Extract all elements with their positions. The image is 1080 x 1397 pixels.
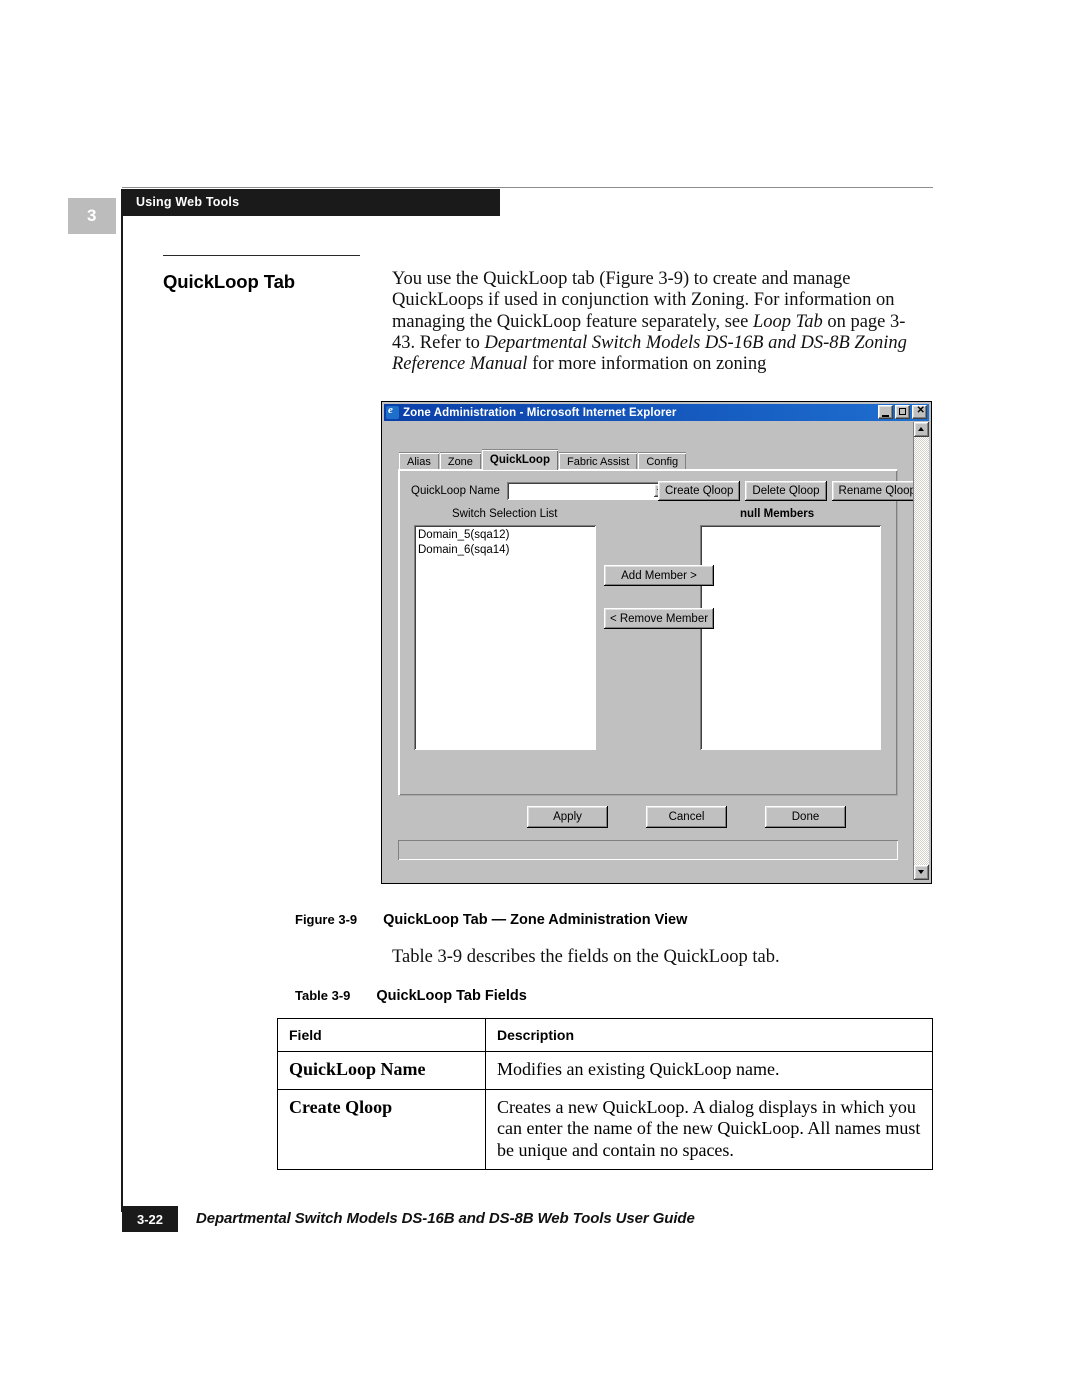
rename-qloop-button[interactable]: Rename Qloop	[831, 481, 923, 501]
member-transfer-buttons: Add Member > < Remove Member	[604, 565, 714, 629]
figure-caption: Figure 3-9 QuickLoop Tab — Zone Administr…	[295, 911, 687, 929]
scroll-down-button[interactable]	[914, 865, 929, 880]
maximize-button[interactable]	[895, 405, 910, 419]
quickloop-fields-table: Field Description QuickLoop Name Modifie…	[277, 1018, 933, 1170]
figure-caption-text: QuickLoop Tab — Zone Administration View	[383, 912, 688, 928]
column-header-field: Field	[277, 1018, 486, 1052]
create-qloop-button[interactable]: Create Qloop	[658, 481, 741, 501]
section-body-text: You use the QuickLoop tab (Figure 3-9) t…	[392, 269, 907, 375]
apply-button[interactable]: Apply	[527, 806, 608, 828]
quickloop-action-buttons: Create Qloop Delete Qloop Rename Qloop	[658, 481, 923, 501]
window-controls: ✕	[878, 405, 927, 419]
quickloop-name-row: QuickLoop Name	[411, 482, 670, 500]
footer-page-number: 3-22	[122, 1206, 178, 1232]
field-name-cell: Create Qloop	[277, 1088, 486, 1170]
table-caption-text: QuickLoop Tab Fields	[376, 988, 527, 1004]
column-header-description: Description	[485, 1018, 933, 1052]
footer-title: Departmental Switch Models DS-16B and DS…	[196, 1210, 695, 1227]
field-description-cell: Modifies an existing QuickLoop name.	[485, 1051, 933, 1090]
section-rule	[163, 255, 360, 256]
quickloop-tab-panel: QuickLoop Name Create Qloop Delete Qloop…	[398, 469, 923, 796]
tab-alias[interactable]: Alias	[399, 452, 439, 470]
scroll-up-button[interactable]	[914, 422, 929, 437]
switch-selection-listbox[interactable]: Domain_5(sqa12) Domain_6(sqa14)	[414, 525, 596, 750]
close-button[interactable]: ✕	[912, 405, 927, 419]
list-item[interactable]: Domain_5(sqa12)	[418, 528, 596, 543]
tab-zone[interactable]: Zone	[439, 452, 481, 470]
window-titlebar[interactable]: Zone Administration - Microsoft Internet…	[384, 404, 929, 421]
field-description-cell: Creates a new QuickLoop. A dialog displa…	[485, 1088, 933, 1170]
vertical-scrollbar[interactable]	[913, 422, 929, 880]
running-head-label: Using Web Tools	[136, 195, 240, 209]
tab-fabric-assist[interactable]: Fabric Assist	[558, 452, 638, 470]
field-name-cell: QuickLoop Name	[277, 1051, 486, 1090]
status-bar	[398, 840, 898, 860]
tab-quickloop[interactable]: QuickLoop	[481, 449, 558, 470]
members-listbox[interactable]	[700, 525, 881, 750]
header-rule	[122, 187, 933, 188]
members-list-label: null Members	[740, 508, 815, 520]
table-caption: Table 3-9 QuickLoop Tab Fields	[295, 987, 527, 1005]
tab-config[interactable]: Config	[638, 452, 687, 470]
ie-icon	[386, 404, 399, 419]
window-client-area: Alias Zone QuickLoop Fabric Assist Confi…	[384, 422, 923, 880]
switch-selection-list-label: Switch Selection List	[452, 508, 558, 520]
figure-caption-number: Figure 3-9	[295, 912, 358, 927]
table-header-row: Field Description	[277, 1018, 933, 1052]
table-row: QuickLoop Name Modifies an existing Quic…	[277, 1051, 933, 1090]
quickloop-name-label: QuickLoop Name	[411, 485, 500, 497]
remove-member-button[interactable]: < Remove Member	[604, 608, 714, 629]
done-button[interactable]: Done	[765, 806, 846, 828]
add-member-button[interactable]: Add Member >	[604, 565, 714, 586]
document-page: 3 Using Web Tools QuickLoop Tab You use …	[0, 0, 1080, 1397]
running-head-bar: Using Web Tools	[122, 189, 500, 216]
cancel-button[interactable]: Cancel	[646, 806, 727, 828]
window-title: Zone Administration - Microsoft Internet…	[403, 406, 677, 419]
table-row: Create Qloop Creates a new QuickLoop. A …	[277, 1088, 933, 1170]
table-caption-number: Table 3-9	[295, 988, 351, 1003]
tab-bar: Alias Zone QuickLoop Fabric Assist Confi…	[399, 449, 687, 470]
zone-administration-window: Zone Administration - Microsoft Internet…	[381, 401, 932, 884]
dialog-buttons: Apply Cancel Done	[527, 806, 846, 828]
delete-qloop-button[interactable]: Delete Qloop	[745, 481, 827, 501]
page-title: QuickLoop Tab	[163, 271, 295, 292]
list-item[interactable]: Domain_6(sqa14)	[418, 543, 596, 558]
quickloop-name-combobox[interactable]	[506, 482, 670, 500]
minimize-button[interactable]	[878, 405, 893, 419]
table-intro-text: Table 3-9 describes the fields on the Qu…	[392, 947, 780, 967]
chapter-number-badge: 3	[68, 198, 116, 234]
page-left-rule	[121, 189, 123, 1212]
